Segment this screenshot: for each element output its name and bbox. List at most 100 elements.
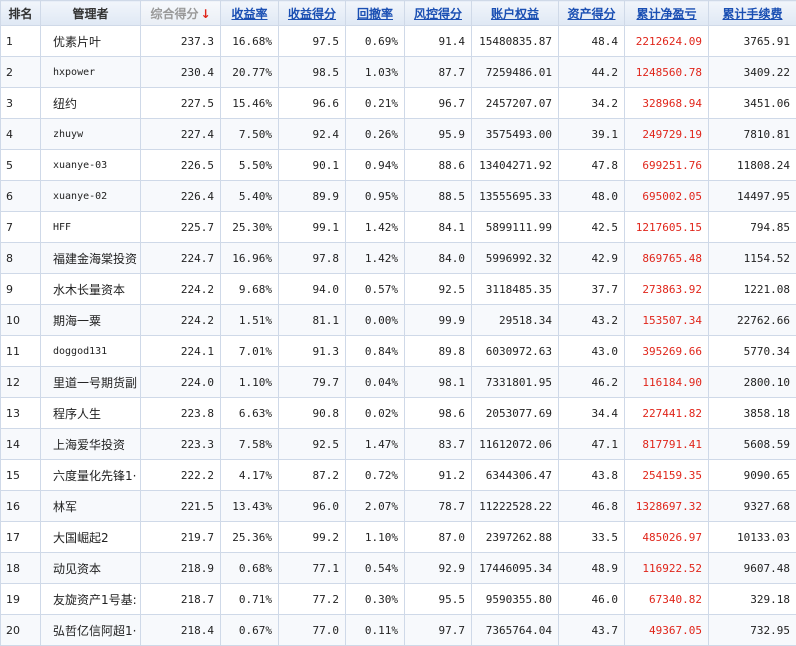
risk-score-cell: 99.9 — [405, 305, 472, 336]
manager-cell: xuanye-02 — [41, 181, 141, 212]
account-equity-cell: 7259486.01 — [472, 57, 559, 88]
drawdown-rate-cell: 0.30% — [346, 584, 405, 615]
account-equity-cell: 9590355.80 — [472, 584, 559, 615]
net-pnl-cell: 1248560.78 — [625, 57, 709, 88]
risk-score-cell: 89.8 — [405, 336, 472, 367]
column-header-drawdown-rate[interactable]: 回撤率 — [346, 1, 405, 26]
column-header-composite-score[interactable]: 综合得分↓ — [141, 1, 221, 26]
table-row: 1优素片叶237.316.68%97.50.69%91.415480835.87… — [1, 26, 796, 57]
rank-cell: 10 — [1, 305, 41, 336]
asset-score-cell: 46.0 — [559, 584, 625, 615]
manager-cell: 动见资本 — [41, 553, 141, 584]
return-rate-cell: 25.30% — [221, 212, 279, 243]
manager-cell: 纽约 — [41, 88, 141, 119]
return-score-cell: 81.1 — [279, 305, 346, 336]
asset-score-cell: 48.9 — [559, 553, 625, 584]
fees-cell: 3858.18 — [709, 398, 796, 429]
rank-cell: 20 — [1, 615, 41, 646]
net-pnl-cell: 254159.35 — [625, 460, 709, 491]
asset-score-cell: 43.2 — [559, 305, 625, 336]
net-pnl-cell: 869765.48 — [625, 243, 709, 274]
risk-score-cell: 96.7 — [405, 88, 472, 119]
column-header-return-rate[interactable]: 收益率 — [221, 1, 279, 26]
fees-cell: 3765.91 — [709, 26, 796, 57]
rank-cell: 8 — [1, 243, 41, 274]
risk-score-cell: 84.1 — [405, 212, 472, 243]
column-header-return-score[interactable]: 收益得分 — [279, 1, 346, 26]
return-rate-cell: 1.10% — [221, 367, 279, 398]
rank-cell: 7 — [1, 212, 41, 243]
net-pnl-cell: 817791.41 — [625, 429, 709, 460]
manager-cell: xuanye-03 — [41, 150, 141, 181]
net-pnl-cell: 699251.76 — [625, 150, 709, 181]
asset-score-cell: 42.5 — [559, 212, 625, 243]
drawdown-rate-cell: 1.03% — [346, 57, 405, 88]
rank-cell: 5 — [1, 150, 41, 181]
fees-cell: 2800.10 — [709, 367, 796, 398]
return-rate-cell: 7.58% — [221, 429, 279, 460]
column-header-rank: 排名 — [1, 1, 41, 26]
column-header-label: 资产得分 — [567, 7, 615, 21]
table-row: 12里道一号期货副224.01.10%79.70.04%98.17331801.… — [1, 367, 796, 398]
sort-descending-icon[interactable]: ↓ — [200, 7, 210, 21]
column-header-risk-score[interactable]: 风控得分 — [405, 1, 472, 26]
return-rate-cell: 9.68% — [221, 274, 279, 305]
asset-score-cell: 37.7 — [559, 274, 625, 305]
column-header-account-equity[interactable]: 账户权益 — [472, 1, 559, 26]
account-equity-cell: 5996992.32 — [472, 243, 559, 274]
risk-score-cell: 84.0 — [405, 243, 472, 274]
column-header-cumulative-net-pnl[interactable]: 累计净盈亏 — [625, 1, 709, 26]
risk-score-cell: 87.7 — [405, 57, 472, 88]
rank-cell: 15 — [1, 460, 41, 491]
column-header-asset-score[interactable]: 资产得分 — [559, 1, 625, 26]
account-equity-cell: 7365764.04 — [472, 615, 559, 646]
composite-score-cell: 225.7 — [141, 212, 221, 243]
table-row: 7HFF225.725.30%99.11.42%84.15899111.9942… — [1, 212, 796, 243]
fees-cell: 5608.59 — [709, 429, 796, 460]
table-row: 9水木长量资本224.29.68%94.00.57%92.53118485.35… — [1, 274, 796, 305]
account-equity-cell: 13555695.33 — [472, 181, 559, 212]
column-header-label: 回撤率 — [357, 7, 393, 21]
rank-cell: 16 — [1, 491, 41, 522]
fees-cell: 1221.08 — [709, 274, 796, 305]
asset-score-cell: 42.9 — [559, 243, 625, 274]
column-header-cumulative-fees[interactable]: 累计手续费 — [709, 1, 796, 26]
return-rate-cell: 0.67% — [221, 615, 279, 646]
fees-cell: 1154.52 — [709, 243, 796, 274]
table-row: 5xuanye-03226.55.50%90.10.94%88.61340427… — [1, 150, 796, 181]
return-score-cell: 91.3 — [279, 336, 346, 367]
table-row: 17大国崛起2219.725.36%99.21.10%87.02397262.8… — [1, 522, 796, 553]
rank-cell: 18 — [1, 553, 41, 584]
asset-score-cell: 46.8 — [559, 491, 625, 522]
drawdown-rate-cell: 0.11% — [346, 615, 405, 646]
account-equity-cell: 3118485.35 — [472, 274, 559, 305]
table-row: 6xuanye-02226.45.40%89.90.95%88.51355569… — [1, 181, 796, 212]
account-equity-cell: 2397262.88 — [472, 522, 559, 553]
return-score-cell: 90.8 — [279, 398, 346, 429]
composite-score-cell: 222.2 — [141, 460, 221, 491]
column-header-label: 风控得分 — [414, 7, 462, 21]
composite-score-cell: 227.4 — [141, 119, 221, 150]
fees-cell: 9607.48 — [709, 553, 796, 584]
fees-cell: 5770.34 — [709, 336, 796, 367]
table-row: 10期海一粟224.21.51%81.10.00%99.929518.3443.… — [1, 305, 796, 336]
account-equity-cell: 3575493.00 — [472, 119, 559, 150]
manager-cell: 程序人生 — [41, 398, 141, 429]
column-header-manager: 管理者 — [41, 1, 141, 26]
return-score-cell: 97.8 — [279, 243, 346, 274]
column-header-label: 累计手续费 — [722, 7, 782, 21]
fees-cell: 3451.06 — [709, 88, 796, 119]
composite-score-cell: 224.7 — [141, 243, 221, 274]
fees-cell: 14497.95 — [709, 181, 796, 212]
risk-score-cell: 88.5 — [405, 181, 472, 212]
net-pnl-cell: 695002.05 — [625, 181, 709, 212]
drawdown-rate-cell: 0.94% — [346, 150, 405, 181]
return-rate-cell: 5.50% — [221, 150, 279, 181]
risk-score-cell: 78.7 — [405, 491, 472, 522]
rank-cell: 9 — [1, 274, 41, 305]
net-pnl-cell: 328968.94 — [625, 88, 709, 119]
rank-cell: 3 — [1, 88, 41, 119]
drawdown-rate-cell: 2.07% — [346, 491, 405, 522]
column-header-label: 收益得分 — [288, 7, 336, 21]
drawdown-rate-cell: 0.84% — [346, 336, 405, 367]
